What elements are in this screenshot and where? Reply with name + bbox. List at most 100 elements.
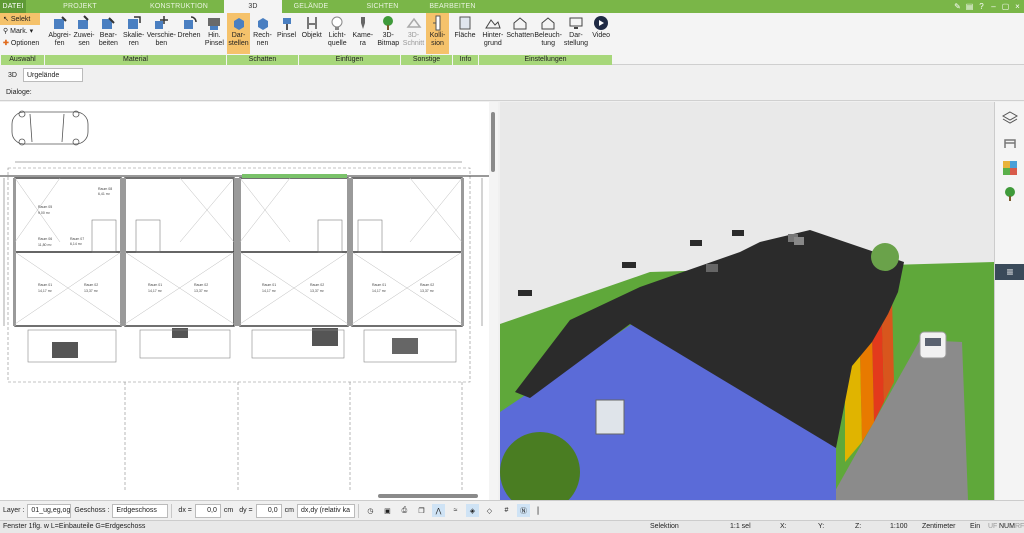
kamera-button[interactable]: Kame-ra: [351, 13, 375, 54]
svg-text:Raum 05: Raum 05: [38, 205, 52, 209]
tab-projekt[interactable]: PROJEKT: [26, 0, 134, 13]
layer-combo[interactable]: 01_ug,eg,og: [27, 503, 72, 518]
snap-grid-icon[interactable]: ◈: [465, 504, 479, 517]
floor-plan-drawing: Raum 059,00 m² Raum 0611,80 m² Raum 086,…: [0, 110, 489, 492]
toolbar-separator: [357, 503, 359, 518]
video-button[interactable]: Video: [590, 13, 612, 54]
cursor-line-icon[interactable]: ▏: [534, 504, 547, 517]
tab-sichten[interactable]: SICHTEN: [340, 0, 425, 13]
3d-schnitt-button[interactable]: 3D- Schnitt: [402, 13, 425, 54]
chair-icon: [306, 17, 317, 29]
ribbon: ↖ Selekt ⚲ Mark. ▾ ✚ Optionen Auswahl Abgrei…: [0, 13, 1024, 65]
pen-icon[interactable]: ✎: [953, 1, 962, 11]
north-icon[interactable]: Ⓝ: [516, 504, 530, 517]
darstellen-button[interactable]: Dar-stellen: [227, 13, 250, 54]
rotate-icon: [184, 16, 197, 29]
bearbeiten-button[interactable]: Bear-beiten: [97, 13, 120, 54]
dx-label: dx =: [178, 507, 192, 514]
help-icon[interactable]: ?: [977, 1, 986, 11]
terrain-combo[interactable]: Urgelände: [22, 68, 83, 82]
status-scale: 1:100: [890, 523, 908, 530]
3d-bitmap-button[interactable]: 3D- Bitmap: [377, 13, 401, 54]
svg-text:Raum 02: Raum 02: [84, 283, 98, 287]
plan-vertical-scrollbar[interactable]: [489, 102, 498, 500]
tab-bearbeiten[interactable]: BEARBEITEN: [425, 0, 480, 13]
tab-3d[interactable]: 3D: [224, 0, 282, 13]
parked-car: [919, 331, 947, 359]
display-icon[interactable]: ▣: [381, 504, 394, 517]
svg-text:11,80 m²: 11,80 m²: [38, 243, 52, 247]
optionen-button[interactable]: ✚ Optionen: [0, 37, 44, 49]
view-mode-label: 3D: [8, 71, 17, 79]
3d-view[interactable]: [500, 102, 994, 500]
hintergrund-button[interactable]: Hinter-grund: [480, 13, 506, 54]
panel-menu-icon[interactable]: ≡: [995, 264, 1024, 280]
materials-icon[interactable]: [1002, 160, 1018, 176]
dialog-bar: Dialoge:: [0, 84, 1024, 101]
selekt-button[interactable]: ↖ Selekt: [0, 13, 40, 25]
group-label-material: Material: [44, 55, 226, 65]
move-icon: [155, 16, 169, 29]
svg-text:14,17 m²: 14,17 m²: [262, 289, 277, 293]
furniture-icon[interactable]: [1002, 134, 1018, 150]
verschieben-button[interactable]: Verschie-ben: [147, 13, 176, 54]
layers-icon[interactable]: [1002, 110, 1018, 126]
eyedropper-icon: [53, 16, 67, 29]
copy-icon[interactable]: ❐: [415, 504, 428, 517]
svg-text:Raum 02: Raum 02: [420, 283, 434, 287]
pinsel-button[interactable]: Pinsel: [275, 13, 298, 54]
tree-panel-icon[interactable]: [1002, 186, 1018, 202]
plan-horizontal-scrollbar[interactable]: [378, 494, 478, 498]
print-icon[interactable]: ⎙: [398, 504, 411, 517]
status-selection: Selektion: [650, 523, 679, 530]
svg-text:Raum 08: Raum 08: [98, 187, 112, 191]
svg-text:Raum 02: Raum 02: [310, 283, 324, 287]
close-icon[interactable]: ×: [1013, 1, 1022, 11]
hin-pinsel-button[interactable]: Hin. Pinsel: [203, 13, 226, 54]
layer-label: Layer :: [3, 507, 25, 514]
status-rf: RF: [1015, 523, 1024, 530]
grid-icon[interactable]: #: [500, 504, 513, 517]
paintbrush-icon: [282, 18, 291, 30]
tab-gelaende[interactable]: GELÄNDE: [282, 0, 340, 13]
snap-line-icon[interactable]: ≈: [449, 504, 462, 517]
tab-konstruktion[interactable]: KONSTRUKTION: [134, 0, 224, 13]
maximize-icon[interactable]: ▢: [1001, 1, 1010, 11]
minimize-icon[interactable]: –: [989, 1, 998, 11]
rechnen-button[interactable]: Rech-nen: [251, 13, 274, 54]
objekt-button[interactable]: Objekt: [300, 13, 324, 54]
group-label-schatten: Schatten: [226, 55, 298, 65]
tab-datei[interactable]: DATEI: [0, 0, 26, 13]
plan-scroll-thumb[interactable]: [491, 112, 495, 172]
flaeche-button[interactable]: Fläche: [452, 13, 478, 54]
geschoss-combo[interactable]: Erdgeschoss: [112, 503, 169, 518]
lichtquelle-button[interactable]: Licht-quelle: [326, 13, 350, 54]
drehen-button[interactable]: Drehen: [177, 13, 201, 54]
dy-input[interactable]: 0,0: [255, 503, 282, 518]
window: [595, 399, 625, 435]
dx-unit: cm: [223, 507, 234, 514]
status-z: Z:: [855, 523, 862, 530]
terraces: [27, 329, 457, 363]
floor-plan-view[interactable]: Raum 05 9,00 m² Raum 06 11,80 m² Raum 08 6,…: [0, 102, 498, 500]
clock-icon[interactable]: ◷: [364, 504, 377, 517]
darstellung-button[interactable]: Dar-stellung: [563, 13, 590, 54]
skalieren-button[interactable]: Skalie-ren: [122, 13, 145, 54]
edit-material-icon: [102, 17, 116, 29]
schatten-button[interactable]: Schatten: [506, 13, 534, 54]
snap-point-icon[interactable]: ◇: [483, 504, 496, 517]
dx-input[interactable]: 0,0: [194, 503, 221, 518]
play-icon: [594, 16, 609, 30]
svg-text:14,17 m²: 14,17 m²: [372, 289, 387, 293]
coordinate-mode-combo[interactable]: dx,dy (relativ ka: [296, 503, 355, 518]
snap-angle-icon[interactable]: ⋀: [431, 504, 445, 517]
mark-button[interactable]: ⚲ Mark. ▾: [0, 25, 44, 37]
beleuchtung-button[interactable]: Beleuch-tung: [534, 13, 562, 54]
status-count: 1:1 sel: [730, 523, 751, 530]
abgreifen-button[interactable]: Abgrei-fen: [48, 13, 71, 54]
zuweisen-button[interactable]: Zuwei-sen: [73, 13, 95, 54]
collision-icon: [432, 15, 440, 31]
kollision-button[interactable]: Kolli-sion: [426, 13, 449, 54]
lightbulb-icon: [331, 16, 343, 30]
book-icon[interactable]: ▤: [965, 1, 974, 11]
